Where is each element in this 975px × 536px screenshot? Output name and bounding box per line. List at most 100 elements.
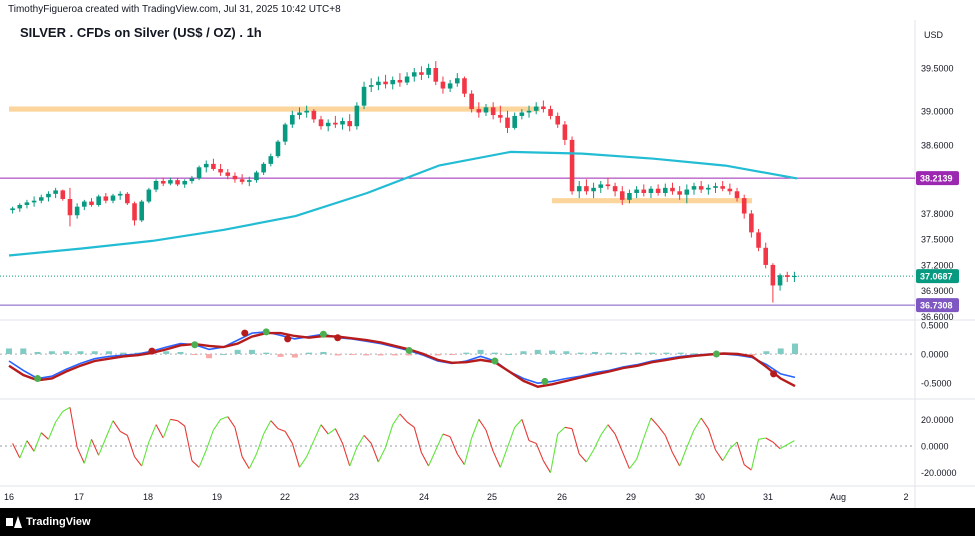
candle-body — [706, 187, 711, 190]
candle-body — [311, 110, 317, 120]
oscillator-segment — [650, 417, 659, 427]
macd-histogram-bar — [20, 348, 27, 355]
macd-histogram-bar — [534, 349, 541, 355]
macd-histogram-bar — [591, 351, 598, 355]
oscillator-segment — [428, 449, 437, 467]
x-tick-label: 19 — [212, 492, 222, 502]
oscillator-layer — [0, 406, 915, 473]
oscillator-segment — [578, 453, 587, 463]
oscillator-segment — [693, 417, 702, 431]
candle-body — [455, 78, 460, 84]
oscillator-segment — [105, 420, 114, 439]
oscillator-segment — [643, 417, 652, 439]
candle-body — [96, 196, 101, 205]
gridlines — [0, 20, 975, 536]
oscillator-segment — [758, 437, 766, 440]
oscillator-segment — [19, 440, 28, 459]
candle-body — [46, 193, 51, 198]
candle-body — [74, 206, 80, 216]
x-tick-label: 2 — [903, 492, 908, 502]
chart-canvas: 39.500039.000038.600038.200037.800037.50… — [0, 20, 975, 536]
x-tick-label: 31 — [763, 492, 773, 502]
macd-histogram-bar — [263, 352, 270, 355]
candle-body — [60, 190, 66, 199]
candle-body — [182, 181, 188, 185]
price-badge-label: 36.7308 — [920, 301, 953, 311]
candle-body — [605, 184, 611, 187]
oscillator-segment — [442, 433, 451, 438]
candle-body — [641, 189, 647, 193]
oscillator-segment — [420, 452, 430, 467]
candle-body — [254, 172, 259, 181]
candle-body — [426, 67, 431, 75]
candle-body — [555, 115, 561, 125]
macd-histogram-bar — [206, 354, 213, 359]
macd-cross-marker — [148, 347, 156, 355]
oscillator-segment — [90, 439, 100, 456]
candle-body — [569, 139, 575, 192]
oscillator-segment — [184, 425, 193, 461]
tradingview-logo-icon — [6, 516, 22, 528]
macd-histogram-bar — [491, 352, 498, 355]
macd-histogram-bar — [363, 354, 370, 356]
macd-layer — [0, 328, 915, 388]
oscillator-segment — [148, 424, 157, 443]
oscillator-segment — [707, 428, 717, 451]
macd-histogram-bar — [177, 351, 184, 355]
oscillator-segment — [449, 436, 458, 455]
oscillator-segment — [62, 406, 71, 412]
candle-body — [132, 203, 137, 221]
oscillator-segment — [456, 453, 465, 465]
oscillator-segment — [327, 428, 336, 435]
oscillator-segment — [571, 428, 580, 455]
macd-histogram-bar — [677, 352, 684, 355]
oscillator-segment — [715, 449, 724, 461]
oscillator-segment — [126, 435, 136, 457]
oscillator-segment — [334, 428, 344, 444]
price-tick-label: 39.5000 — [921, 63, 954, 73]
oscillator-tick-label: 0.0000 — [921, 442, 949, 452]
oscillator-segment — [370, 443, 379, 463]
candle-body — [562, 124, 568, 140]
candle-body — [290, 115, 295, 125]
candle-body — [792, 276, 797, 278]
macd-histogram-bar — [663, 352, 670, 355]
macd-cross-marker — [491, 357, 499, 365]
macd-cross-marker — [334, 334, 342, 342]
oscillator-segment — [506, 427, 516, 448]
candle-body — [541, 106, 546, 110]
oscillator-segment — [299, 456, 308, 468]
oscillator-segment — [413, 427, 422, 453]
sr-zone-0 — [9, 106, 540, 112]
candle-body — [340, 121, 345, 125]
x-tick-label: 16 — [4, 492, 14, 502]
candle-body — [153, 181, 159, 190]
candle-body — [333, 122, 338, 125]
oscillator-segment — [435, 433, 444, 451]
macd-histogram-bar — [691, 353, 698, 355]
macd-cross-marker — [191, 341, 199, 349]
candle-body — [189, 178, 195, 181]
x-tick-label: 18 — [143, 492, 153, 502]
x-tick-label: 17 — [74, 492, 84, 502]
macd-histogram-bar — [549, 350, 556, 355]
oscillator-segment — [141, 441, 150, 467]
oscillator-segment — [162, 419, 171, 439]
oscillator-segment — [33, 432, 42, 452]
oscillator-segment — [177, 420, 186, 427]
tradingview-brand[interactable]: TradingView — [6, 512, 91, 532]
oscillator-segment — [593, 435, 602, 451]
oscillator-segment — [134, 456, 143, 467]
macd-cross-marker — [319, 330, 327, 338]
x-tick-label: Aug — [830, 492, 846, 502]
candle-body — [756, 232, 761, 248]
candle-body — [598, 184, 604, 188]
oscillator-segment — [356, 435, 365, 448]
oscillator-segment — [614, 433, 623, 452]
oscillator-segment — [750, 439, 760, 471]
macd-histogram-bar — [334, 354, 341, 356]
oscillator-segment — [700, 417, 709, 429]
oscillator-segment — [722, 448, 731, 461]
macd-histogram-bar — [191, 354, 198, 356]
candle-body — [526, 110, 532, 113]
